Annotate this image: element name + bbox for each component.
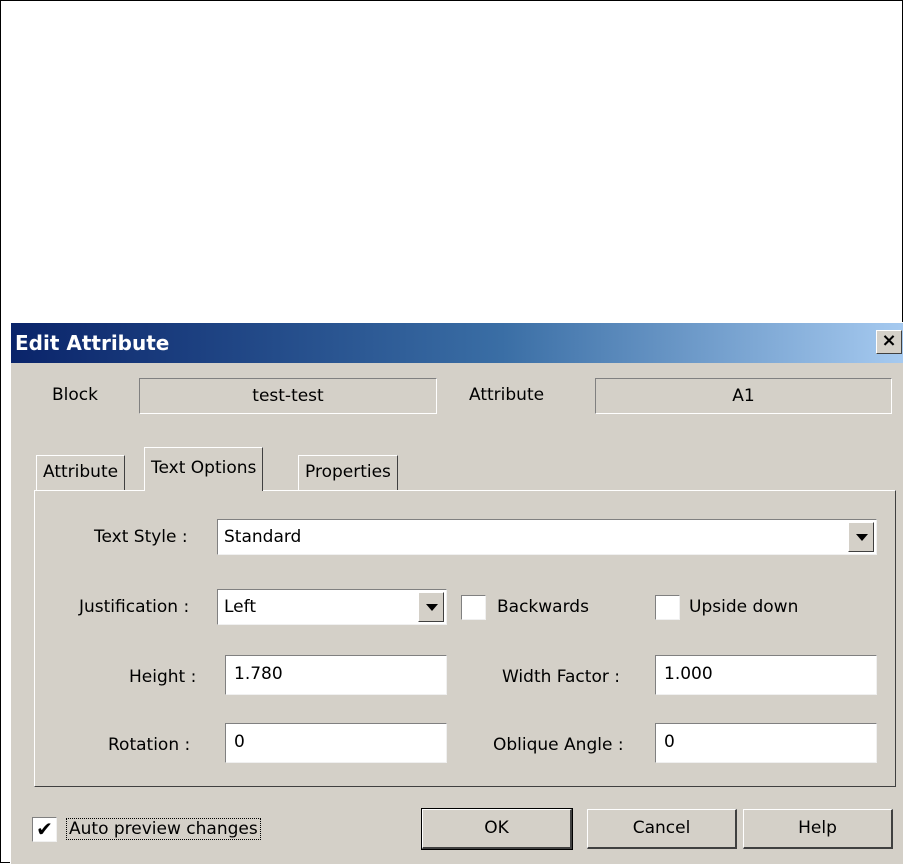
oblique-angle-label: Oblique Angle : [493, 735, 624, 755]
help-button[interactable]: Help [743, 809, 893, 849]
text-style-label: Text Style : [94, 527, 188, 547]
width-factor-input[interactable]: 1.000 [655, 655, 877, 695]
oblique-angle-value: 0 [664, 732, 675, 752]
width-factor-label: Width Factor : [502, 667, 620, 687]
cancel-button[interactable]: Cancel [587, 809, 737, 849]
height-input[interactable]: 1.780 [225, 655, 447, 695]
upside-down-checkbox[interactable] [655, 595, 680, 620]
tab-properties[interactable]: Properties [298, 455, 398, 490]
auto-preview-label[interactable]: Auto preview changes [66, 818, 261, 840]
text-style-value: Standard [224, 527, 302, 547]
block-value: test-test [252, 386, 324, 406]
text-style-select[interactable]: Standard [217, 519, 877, 555]
justification-value: Left [224, 597, 256, 617]
attribute-value-field: A1 [595, 378, 892, 414]
edit-attribute-dialog: Edit Attribute × Block test-test Attribu… [10, 322, 903, 864]
chevron-down-icon[interactable] [418, 592, 444, 622]
attribute-label: Attribute [469, 385, 545, 405]
dialog-title: Edit Attribute [15, 331, 170, 355]
attribute-value: A1 [732, 386, 755, 406]
close-button[interactable]: × [876, 330, 902, 354]
close-icon: × [881, 330, 897, 351]
rotation-input[interactable]: 0 [225, 723, 447, 763]
rotation-label: Rotation : [108, 735, 191, 755]
dialog-titlebar[interactable]: Edit Attribute × [11, 323, 903, 363]
rotation-value: 0 [234, 732, 245, 752]
block-value-field: test-test [139, 378, 437, 414]
tab-text-options[interactable]: Text Options [144, 447, 264, 491]
chevron-down-icon[interactable] [848, 522, 874, 552]
justification-select[interactable]: Left [217, 589, 447, 625]
oblique-angle-input[interactable]: 0 [655, 723, 877, 763]
width-factor-value: 1.000 [664, 664, 713, 684]
text-options-panel: Text Style : Standard Justification : Le… [34, 490, 896, 787]
height-label: Height : [129, 667, 197, 687]
block-label: Block [52, 385, 98, 405]
tab-attribute[interactable]: Attribute [36, 455, 126, 490]
checkmark-icon: ✔ [36, 817, 53, 841]
backwards-checkbox[interactable] [461, 595, 486, 620]
ok-button[interactable]: OK [421, 808, 573, 850]
justification-label: Justification : [79, 597, 190, 617]
auto-preview-checkbox[interactable]: ✔ [32, 817, 57, 842]
height-value: 1.780 [234, 664, 283, 684]
backwards-label[interactable]: Backwards [497, 597, 589, 617]
upside-down-label[interactable]: Upside down [689, 597, 798, 617]
